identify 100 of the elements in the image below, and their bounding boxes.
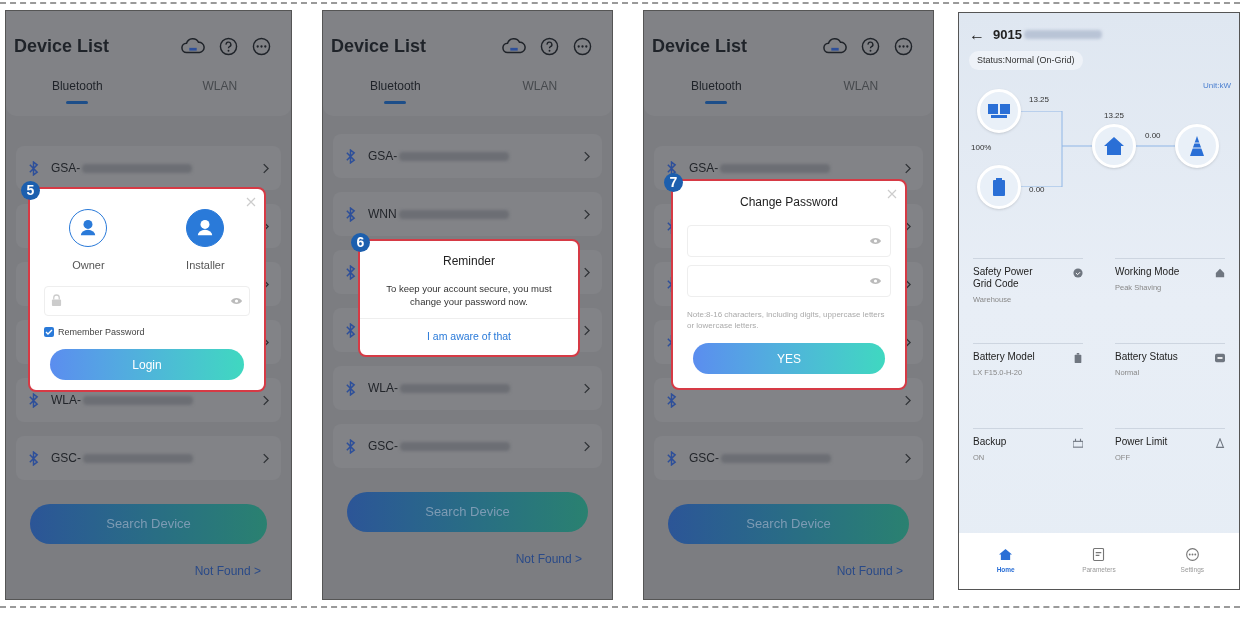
back-button[interactable]: ← <box>969 26 985 43</box>
password-note: Note:8-16 characters, including digits, uppercase letters or lowercase letters. <box>686 309 886 331</box>
yes-button[interactable]: YES <box>693 343 885 374</box>
shield-icon <box>1073 268 1083 278</box>
chevron-icon <box>262 452 269 464</box>
device-name: GSC- <box>51 450 81 467</box>
chevron-icon <box>583 150 590 162</box>
card-title: Safety Power Grid Code <box>973 266 1034 290</box>
tab[interactable]: WLAN <box>788 77 933 108</box>
cloud-icon[interactable] <box>181 37 205 55</box>
home-icon <box>999 547 1013 561</box>
role-option[interactable]: Owner <box>69 209 108 274</box>
house-icon <box>1215 268 1225 278</box>
more-icon <box>1185 547 1199 561</box>
house-icon <box>1104 137 1124 155</box>
login-button[interactable]: Login <box>50 349 244 380</box>
dialog-title: Reminder <box>442 253 496 270</box>
chevron-icon <box>904 162 911 174</box>
power-tower-icon <box>1188 136 1206 156</box>
confirm-button[interactable]: I am aware of that <box>426 329 511 345</box>
more-icon[interactable] <box>894 36 913 56</box>
unit-label: Unit:kW <box>1203 80 1231 92</box>
plug-icon <box>1073 438 1083 448</box>
checkbox-label: Remember Password <box>58 325 145 339</box>
chevron-icon <box>583 266 590 278</box>
bluetooth-icon <box>345 438 356 454</box>
search-device-button[interactable]: Search Device <box>347 492 588 532</box>
cloud-icon[interactable] <box>502 37 526 55</box>
battery-icon <box>993 178 1005 196</box>
bluetooth-icon <box>666 392 677 408</box>
device-row[interactable]: GSC- <box>654 436 923 480</box>
bluetooth-icon <box>28 392 39 408</box>
bluetooth-icon <box>28 450 39 466</box>
chevron-icon <box>904 452 911 464</box>
cloud-icon[interactable] <box>823 37 847 55</box>
dialog-message: To keep your account secure, you must change your password now. <box>385 282 553 308</box>
not-found-link[interactable]: Not Found > <box>194 562 261 580</box>
chevron-icon <box>904 394 911 406</box>
device-name: WLA- <box>51 392 81 409</box>
device-row[interactable]: WNN <box>333 192 602 236</box>
bluetooth-icon <box>666 450 677 466</box>
search-device-button[interactable]: Search Device <box>30 504 267 544</box>
screen-title: Device List <box>14 34 111 58</box>
password-field[interactable] <box>687 225 891 257</box>
device-name: GSC- <box>368 438 398 455</box>
password-field[interactable] <box>44 285 250 316</box>
chevron-icon <box>262 394 269 406</box>
device-name: GSC- <box>689 450 719 467</box>
lock-icon <box>51 294 62 307</box>
power-value: 13.25 <box>1104 110 1125 122</box>
battery-icon <box>1073 353 1083 363</box>
card-title: Backup <box>973 436 1008 448</box>
device-name: WLA- <box>368 380 398 397</box>
screen-title: Device List <box>652 34 749 58</box>
chevron-icon <box>583 324 590 336</box>
more-icon[interactable] <box>252 36 271 56</box>
device-name: GSA- <box>689 160 719 177</box>
tab[interactable]: Bluetooth <box>6 77 149 108</box>
power-value: 13.25 <box>1029 94 1050 106</box>
device-row[interactable]: GSA- <box>333 134 602 178</box>
dialog-title: Change Password <box>739 194 839 211</box>
checkbox[interactable] <box>44 327 54 338</box>
device-row[interactable]: GSC- <box>333 424 602 468</box>
power-value: 100% <box>971 142 992 154</box>
tab[interactable]: WLAN <box>467 77 612 108</box>
device-name: GSA- <box>368 148 398 165</box>
help-icon[interactable] <box>540 36 559 56</box>
help-icon[interactable] <box>219 36 238 56</box>
help-icon[interactable] <box>861 36 880 56</box>
card-title: Working Mode <box>1115 266 1181 278</box>
screen-title: Device List <box>331 34 428 58</box>
tab[interactable]: Bluetooth <box>644 77 789 108</box>
status-pill: Status:Normal (On-Grid) <box>969 50 1083 70</box>
document-icon <box>1092 547 1106 561</box>
tab[interactable]: Bluetooth <box>323 77 468 108</box>
not-found-link[interactable]: Not Found > <box>515 550 582 568</box>
card-title: Battery Model <box>973 351 1036 363</box>
tab[interactable]: WLAN <box>148 77 291 108</box>
bluetooth-icon <box>345 322 356 338</box>
device-row[interactable]: WLA- <box>333 366 602 410</box>
device-name: GSA- <box>51 160 81 177</box>
chevron-icon <box>583 208 590 220</box>
bluetooth-icon <box>345 148 356 164</box>
solar-panel-icon <box>988 104 1010 118</box>
bluetooth-icon <box>345 380 356 396</box>
more-icon[interactable] <box>573 36 592 56</box>
not-found-link[interactable]: Not Found > <box>836 562 903 580</box>
bluetooth-icon <box>345 264 356 280</box>
password-field[interactable] <box>687 265 891 297</box>
power-value: 0.00 <box>1145 130 1161 142</box>
device-name: WNN <box>368 206 397 223</box>
bluetooth-icon <box>345 206 356 222</box>
search-device-button[interactable]: Search Device <box>668 504 909 544</box>
chevron-icon <box>583 440 590 452</box>
device-row[interactable]: GSC- <box>16 436 281 480</box>
device-serial: 9015 <box>993 26 1022 44</box>
role-option[interactable]: Installer <box>186 209 225 274</box>
bluetooth-icon <box>28 160 39 176</box>
bluetooth-icon <box>666 160 677 176</box>
tower-icon <box>1215 438 1225 448</box>
